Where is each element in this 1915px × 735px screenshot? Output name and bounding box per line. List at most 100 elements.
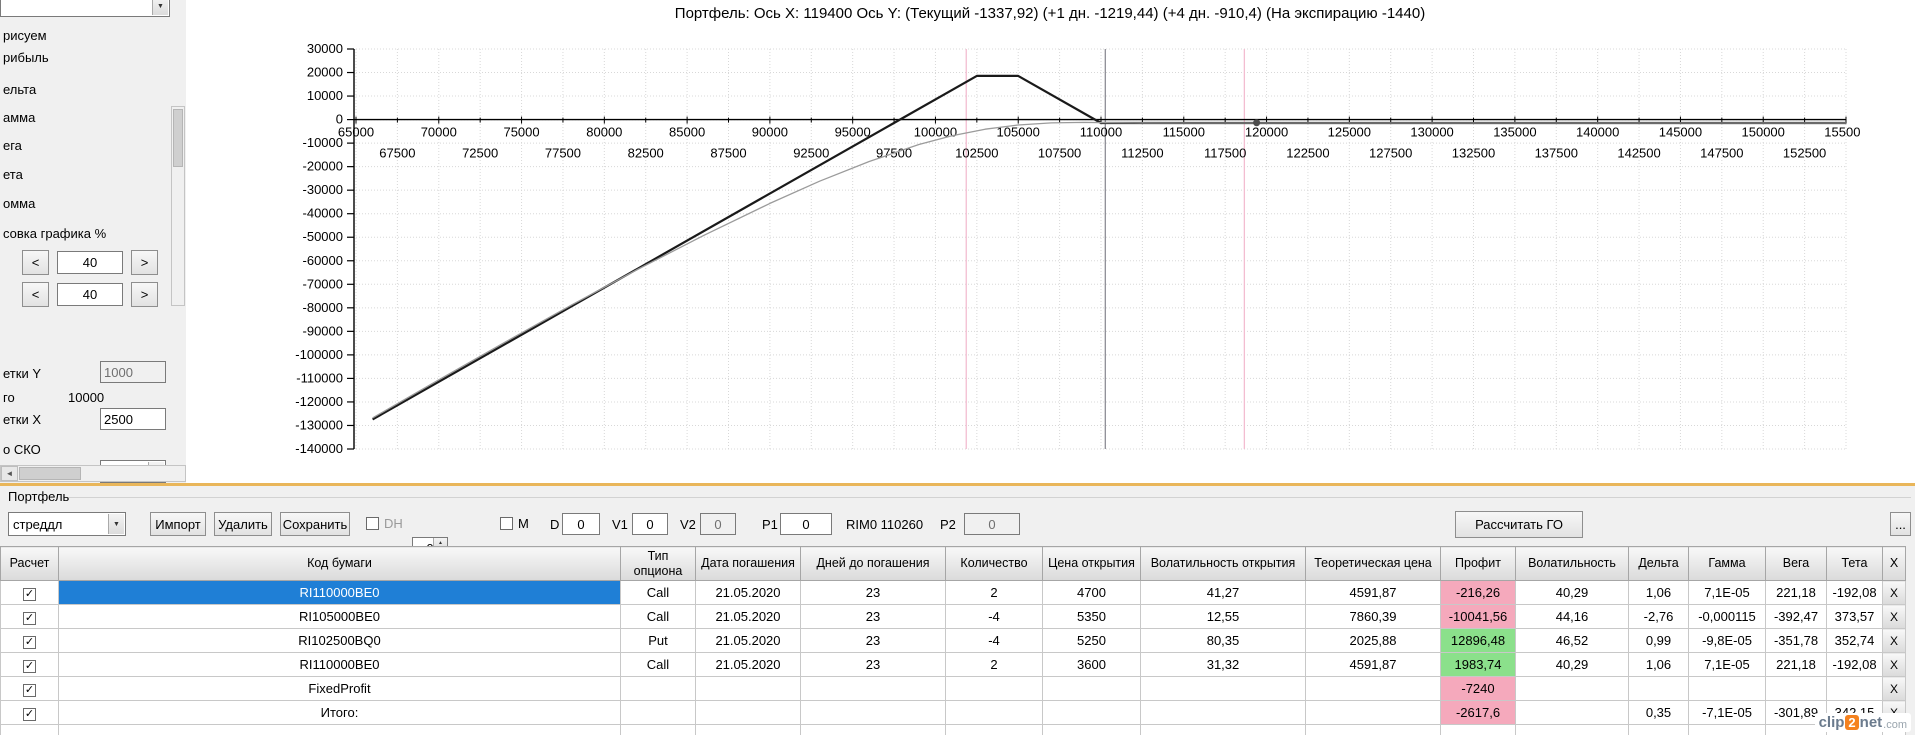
cell-vol[interactable]: 44,16 <box>1515 604 1629 629</box>
cell-qty[interactable]: -4 <box>945 604 1043 629</box>
calc-margin-button[interactable]: Рассчитать ГО <box>1455 511 1583 538</box>
m-checkbox[interactable] <box>500 517 513 530</box>
row-checkbox[interactable]: ✓ <box>23 587 36 601</box>
cell-qty[interactable]: 2 <box>945 580 1043 605</box>
cell-days[interactable]: 23 <box>800 604 946 629</box>
sidebar-vertical-scrollbar[interactable] <box>171 106 185 306</box>
cell-theta[interactable]: -192,08 <box>1826 580 1883 605</box>
cell-qty[interactable] <box>945 676 1043 701</box>
cell-gamma[interactable]: 7,1E-05 <box>1688 580 1766 605</box>
v1-input[interactable] <box>632 513 668 535</box>
cell-profit[interactable]: 1983,74 <box>1440 652 1516 677</box>
cell-days[interactable] <box>800 700 946 725</box>
cell-theo_price[interactable]: 4591,87 <box>1305 580 1441 605</box>
cell-profit[interactable]: 12896,48 <box>1440 628 1516 653</box>
p1-input[interactable] <box>780 513 832 535</box>
scale-x-increase-button[interactable]: > <box>131 250 158 275</box>
cell-gamma[interactable] <box>1688 676 1766 701</box>
cell-vol[interactable]: 40,29 <box>1515 580 1629 605</box>
cell-expiry[interactable]: 21.05.2020 <box>695 604 801 629</box>
cell-theta[interactable]: -192,08 <box>1826 652 1883 677</box>
row-checkbox[interactable]: ✓ <box>23 635 36 649</box>
sidebar-item-delta[interactable]: ельта <box>3 82 36 97</box>
cell-expiry[interactable]: 21.05.2020 <box>695 628 801 653</box>
cell-type[interactable]: Call <box>620 580 696 605</box>
cell-delta[interactable]: 1,06 <box>1628 580 1689 605</box>
col-vega[interactable]: Вега <box>1765 546 1827 581</box>
more-button[interactable]: ... <box>1890 512 1911 536</box>
row-checkbox[interactable]: ✓ <box>23 707 36 721</box>
cell-expiry[interactable]: 21.05.2020 <box>695 580 801 605</box>
p2-input[interactable] <box>964 513 1020 535</box>
dh-checkbox[interactable] <box>366 517 379 530</box>
scale-x-input[interactable] <box>57 251 123 274</box>
cell-code[interactable]: RI110000BE0 <box>58 580 621 605</box>
cell-theo_price[interactable]: 2025,88 <box>1305 628 1441 653</box>
y-grid-input[interactable] <box>100 361 166 383</box>
delete-row-button[interactable]: X <box>1882 652 1906 677</box>
row-checkbox[interactable]: ✓ <box>23 683 36 697</box>
col-gamma[interactable]: Гамма <box>1688 546 1766 581</box>
cell-delta[interactable]: 1,06 <box>1628 652 1689 677</box>
col-profit[interactable]: Профит <box>1440 546 1516 581</box>
sidebar-item-vomma[interactable]: омма <box>3 196 35 211</box>
col-vol[interactable]: Волатильность <box>1515 546 1629 581</box>
save-button[interactable]: Сохранить <box>280 512 350 536</box>
cell-gamma[interactable]: -9,8E-05 <box>1688 628 1766 653</box>
cell-qty[interactable]: -4 <box>945 628 1043 653</box>
cell-open_price[interactable] <box>1042 700 1141 725</box>
cell-open_vol[interactable]: 80,35 <box>1140 628 1306 653</box>
col-days[interactable]: Дней до погашения <box>800 546 946 581</box>
cell-open_price[interactable]: 5250 <box>1042 628 1141 653</box>
cell-theo_price[interactable]: 4591,87 <box>1305 652 1441 677</box>
cell-code[interactable]: Итого: <box>58 700 621 725</box>
cell-days[interactable]: 23 <box>800 580 946 605</box>
cell-vol[interactable] <box>1515 700 1629 725</box>
cell-type[interactable]: Call <box>620 604 696 629</box>
cell-profit[interactable]: -10041,56 <box>1440 604 1516 629</box>
cell-open_vol[interactable] <box>1140 676 1306 701</box>
col-x[interactable]: X <box>1882 546 1906 581</box>
col-open-price[interactable]: Цена открытия <box>1042 546 1141 581</box>
delete-row-button[interactable]: X <box>1882 604 1906 629</box>
cell-theo_price[interactable]: 7860,39 <box>1305 604 1441 629</box>
cell-expiry[interactable]: 21.05.2020 <box>695 652 801 677</box>
cell-qty[interactable] <box>945 700 1043 725</box>
cell-vega[interactable]: 221,18 <box>1765 580 1827 605</box>
cell-delta[interactable]: -2,76 <box>1628 604 1689 629</box>
cell-vega[interactable] <box>1765 676 1827 701</box>
cell-theo_price[interactable] <box>1305 676 1441 701</box>
cell-type[interactable] <box>620 676 696 701</box>
cell-delta[interactable]: 0,99 <box>1628 628 1689 653</box>
col-theo[interactable]: Теоретическая цена <box>1305 546 1441 581</box>
cell-open_price[interactable]: 4700 <box>1042 580 1141 605</box>
delete-row-button[interactable]: X <box>1882 628 1906 653</box>
scale-y-increase-button[interactable]: > <box>131 282 158 307</box>
delete-button[interactable]: Удалить <box>214 512 272 536</box>
col-theta[interactable]: Тета <box>1826 546 1883 581</box>
sidebar-horizontal-scrollbar[interactable]: ◄ <box>0 465 186 482</box>
cell-profit[interactable]: -216,26 <box>1440 580 1516 605</box>
cell-open_price[interactable]: 5350 <box>1042 604 1141 629</box>
cell-qty[interactable]: 2 <box>945 652 1043 677</box>
cell-profit[interactable]: -7240 <box>1440 676 1516 701</box>
col-qty[interactable]: Количество <box>945 546 1043 581</box>
strategy-combo[interactable]: стреддл ▼ <box>8 512 126 536</box>
cell-open_vol[interactable]: 12,55 <box>1140 604 1306 629</box>
row-checkbox[interactable]: ✓ <box>23 611 36 625</box>
cell-theta[interactable] <box>1826 676 1883 701</box>
cell-vol[interactable]: 40,29 <box>1515 652 1629 677</box>
cell-vega[interactable]: -351,78 <box>1765 628 1827 653</box>
cell-open_vol[interactable]: 31,32 <box>1140 652 1306 677</box>
col-code[interactable]: Код бумаги <box>58 546 621 581</box>
cell-type[interactable]: Call <box>620 652 696 677</box>
cell-theta[interactable]: 373,57 <box>1826 604 1883 629</box>
row-checkbox[interactable]: ✓ <box>23 659 36 673</box>
cell-gamma[interactable]: -7,1E-05 <box>1688 700 1766 725</box>
cell-vol[interactable]: 46,52 <box>1515 628 1629 653</box>
col-expiry[interactable]: Дата погашения <box>695 546 801 581</box>
col-calc[interactable]: Расчет <box>0 546 59 581</box>
sidebar-item-vega[interactable]: ега <box>3 138 22 153</box>
scrollbar-thumb[interactable] <box>19 467 81 480</box>
cell-theo_price[interactable] <box>1305 700 1441 725</box>
